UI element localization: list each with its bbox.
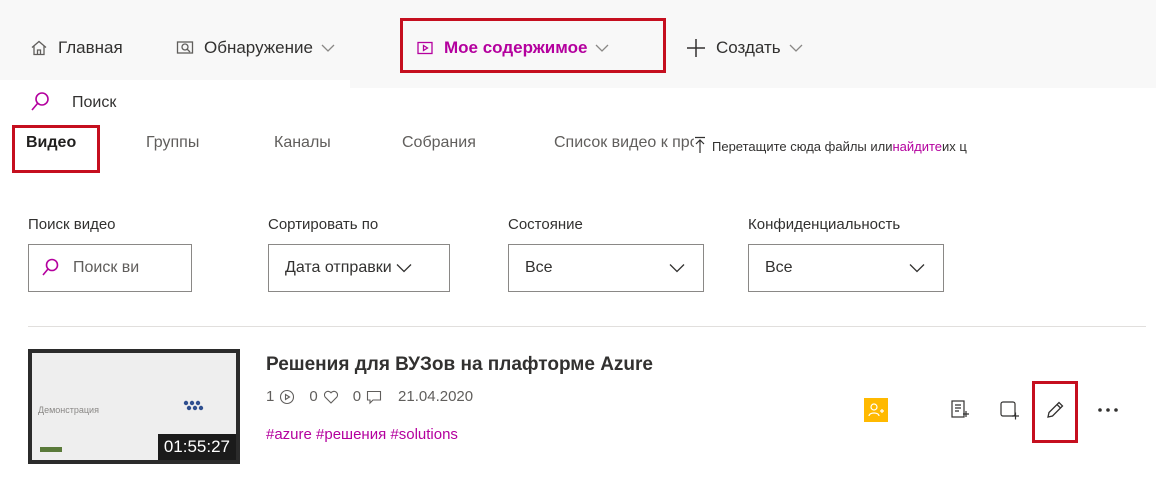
filter-privacy-label: Конфиденциальность bbox=[748, 216, 901, 233]
video-search-input[interactable]: Поиск ви bbox=[28, 244, 192, 292]
chevron-down-icon bbox=[669, 263, 685, 273]
video-title[interactable]: Решения для ВУЗов на плафторме Azure bbox=[266, 354, 653, 376]
tab-meetings[interactable]: Собрания bbox=[402, 134, 476, 152]
privacy-value: Все bbox=[765, 259, 793, 276]
sort-dropdown[interactable]: Дата отправки bbox=[268, 244, 450, 292]
privacy-dropdown[interactable]: Все bbox=[748, 244, 944, 292]
plus-icon bbox=[686, 38, 706, 58]
video-duration: 01:55:27 bbox=[157, 434, 236, 460]
likes-stat: 0 bbox=[309, 388, 338, 405]
nav-item-label: Мое содержимое bbox=[444, 38, 588, 57]
video-thumbnail[interactable]: Демонстрация 01:55:27 bbox=[28, 349, 240, 464]
tab-video[interactable]: Видео bbox=[26, 134, 76, 152]
filter-sort-label: Сортировать по bbox=[268, 216, 379, 233]
home-icon bbox=[30, 39, 48, 57]
nav-item-label: Обнаружение bbox=[204, 38, 313, 57]
add-to-list-icon[interactable] bbox=[998, 398, 1022, 422]
nav-item-my-content[interactable]: Мое содержимое bbox=[416, 26, 609, 70]
upload-date: 21.04.2020 bbox=[398, 388, 474, 405]
global-search[interactable]: Поиск bbox=[0, 80, 350, 126]
upload-dropzone[interactable]: Перетащите сюда файлы или найдите их ц bbox=[694, 136, 1156, 157]
main-nav: Главная Обнаружение Мое содержимое Созда… bbox=[0, 26, 1156, 70]
video-stats: 1 0 0 21.04.2020 bbox=[266, 388, 473, 405]
divider bbox=[28, 326, 1146, 327]
upload-text: Перетащите сюда файлы или bbox=[712, 139, 893, 154]
chevron-down-icon bbox=[595, 43, 609, 53]
tab-channels[interactable]: Каналы bbox=[274, 134, 331, 152]
state-dropdown[interactable]: Все bbox=[508, 244, 704, 292]
brand-mark bbox=[40, 447, 62, 452]
discover-icon bbox=[176, 39, 194, 57]
tab-watchlist[interactable]: Список видео к просмс bbox=[554, 134, 694, 152]
thumbnail-image: Демонстрация 01:55:27 bbox=[32, 353, 236, 460]
heart-icon bbox=[318, 389, 339, 405]
chevron-down-icon bbox=[396, 263, 412, 273]
comment-icon bbox=[361, 389, 382, 405]
nav-item-home[interactable]: Главная bbox=[30, 26, 123, 70]
person-badge-icon bbox=[864, 398, 888, 422]
filter-state-label: Состояние bbox=[508, 216, 583, 233]
nav-item-discover[interactable]: Обнаружение bbox=[176, 26, 335, 70]
filter-search-label: Поиск видео bbox=[28, 216, 116, 233]
video-search-placeholder: Поиск ви bbox=[73, 259, 140, 276]
likes-count: 0 bbox=[309, 388, 318, 405]
chevron-down-icon bbox=[321, 43, 335, 53]
video-tags[interactable]: #azure #решения #solutions bbox=[266, 426, 458, 443]
more-icon[interactable] bbox=[1096, 398, 1120, 422]
search-icon bbox=[41, 258, 59, 278]
nav-item-label: Главная bbox=[58, 38, 123, 57]
search-label: Поиск bbox=[72, 94, 117, 111]
upload-browse-link[interactable]: найдите bbox=[892, 139, 942, 154]
chevron-down-icon bbox=[909, 263, 925, 273]
chevron-down-icon bbox=[789, 43, 803, 53]
upload-icon bbox=[694, 136, 706, 157]
comments-stat: 0 bbox=[353, 388, 382, 405]
sort-value: Дата отправки bbox=[285, 259, 392, 276]
thumbnail-caption: Демонстрация bbox=[38, 405, 99, 415]
search-icon bbox=[30, 91, 50, 118]
views-stat: 1 bbox=[266, 388, 295, 405]
views-count: 1 bbox=[266, 388, 275, 405]
comments-count: 0 bbox=[352, 388, 362, 405]
logo-dots-icon bbox=[182, 399, 208, 422]
state-value: Все bbox=[525, 259, 553, 276]
edit-icon[interactable] bbox=[1043, 398, 1067, 422]
play-circle-icon bbox=[274, 389, 295, 405]
upload-text-end: их ц bbox=[942, 139, 967, 154]
top-navigation-bar: Главная Обнаружение Мое содержимое Созда… bbox=[0, 0, 1156, 88]
nav-item-create[interactable]: Создать bbox=[686, 26, 803, 70]
video-icon bbox=[416, 39, 434, 57]
tab-groups[interactable]: Группы bbox=[146, 134, 199, 152]
transcript-icon[interactable] bbox=[948, 398, 972, 422]
nav-item-label: Создать bbox=[716, 38, 781, 57]
